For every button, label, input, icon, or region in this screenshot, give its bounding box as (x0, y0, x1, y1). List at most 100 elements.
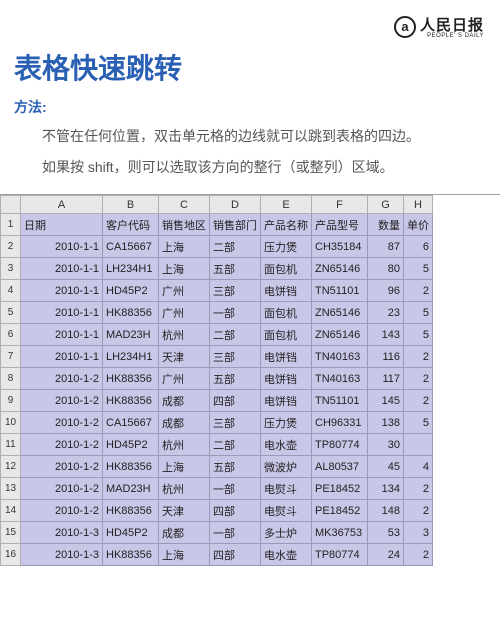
col-head-E[interactable]: E (261, 196, 312, 214)
cell[interactable]: 2010-1-1 (21, 258, 103, 280)
row-head-3[interactable]: 3 (1, 258, 21, 280)
cell[interactable]: HK88356 (103, 500, 159, 522)
cell[interactable]: 2010-1-1 (21, 302, 103, 324)
cell[interactable]: 面包机 (261, 324, 312, 346)
row-head-14[interactable]: 14 (1, 500, 21, 522)
cell[interactable]: 二部 (210, 236, 261, 258)
cell[interactable]: HK88356 (103, 456, 159, 478)
cell[interactable]: ZN65146 (312, 324, 368, 346)
col-head-G[interactable]: G (368, 196, 404, 214)
row-head-8[interactable]: 8 (1, 368, 21, 390)
cell[interactable]: PE18452 (312, 478, 368, 500)
cell[interactable]: 148 (368, 500, 404, 522)
cell[interactable]: 电饼铛 (261, 390, 312, 412)
cell[interactable]: 五部 (210, 258, 261, 280)
cell[interactable]: AL80537 (312, 456, 368, 478)
header-cell[interactable]: 销售部门 (210, 214, 261, 236)
cell[interactable]: 5 (404, 258, 433, 280)
cell[interactable]: 二部 (210, 324, 261, 346)
cell[interactable]: 6 (404, 236, 433, 258)
col-head-A[interactable]: A (21, 196, 103, 214)
cell[interactable]: 2010-1-1 (21, 346, 103, 368)
cell[interactable]: CH96331 (312, 412, 368, 434)
cell[interactable]: 2010-1-2 (21, 478, 103, 500)
cell[interactable]: 电饼铛 (261, 368, 312, 390)
cell[interactable]: TN51101 (312, 280, 368, 302)
row-head-15[interactable]: 15 (1, 522, 21, 544)
cell[interactable]: 2 (404, 280, 433, 302)
cell[interactable]: 2010-1-1 (21, 236, 103, 258)
cell[interactable]: 三部 (210, 346, 261, 368)
row-head-12[interactable]: 12 (1, 456, 21, 478)
cell[interactable]: 143 (368, 324, 404, 346)
cell[interactable]: 五部 (210, 368, 261, 390)
cell[interactable]: 2010-1-2 (21, 390, 103, 412)
header-cell[interactable]: 数量 (368, 214, 404, 236)
cell[interactable]: 5 (404, 412, 433, 434)
cell[interactable]: TN40163 (312, 346, 368, 368)
cell[interactable]: 80 (368, 258, 404, 280)
cell[interactable]: 53 (368, 522, 404, 544)
cell[interactable]: 上海 (159, 258, 210, 280)
header-cell[interactable]: 日期 (21, 214, 103, 236)
cell[interactable]: 2010-1-2 (21, 368, 103, 390)
header-cell[interactable]: 客户代码 (103, 214, 159, 236)
cell[interactable]: HK88356 (103, 544, 159, 566)
row-head-6[interactable]: 6 (1, 324, 21, 346)
row-head-1[interactable]: 1 (1, 214, 21, 236)
cell[interactable]: 三部 (210, 280, 261, 302)
cell[interactable]: 成都 (159, 390, 210, 412)
header-cell[interactable]: 单价 (404, 214, 433, 236)
row-head-5[interactable]: 5 (1, 302, 21, 324)
cell[interactable]: 45 (368, 456, 404, 478)
cell[interactable]: 3 (404, 522, 433, 544)
cell[interactable]: 一部 (210, 522, 261, 544)
col-head-C[interactable]: C (159, 196, 210, 214)
cell[interactable]: 4 (404, 456, 433, 478)
header-cell[interactable]: 产品型号 (312, 214, 368, 236)
cell[interactable]: 三部 (210, 412, 261, 434)
cell[interactable]: MAD23H (103, 324, 159, 346)
col-head-D[interactable]: D (210, 196, 261, 214)
cell[interactable]: CA15667 (103, 236, 159, 258)
row-head-16[interactable]: 16 (1, 544, 21, 566)
cell[interactable]: 天津 (159, 500, 210, 522)
cell[interactable]: 五部 (210, 456, 261, 478)
cell[interactable]: 多士炉 (261, 522, 312, 544)
cell[interactable]: 2 (404, 500, 433, 522)
cell[interactable]: 2010-1-1 (21, 280, 103, 302)
cell[interactable]: 上海 (159, 236, 210, 258)
cell[interactable]: 二部 (210, 434, 261, 456)
col-head-F[interactable]: F (312, 196, 368, 214)
cell[interactable]: 压力煲 (261, 412, 312, 434)
cell[interactable]: 23 (368, 302, 404, 324)
cell[interactable]: 2010-1-2 (21, 456, 103, 478)
cell[interactable]: 微波炉 (261, 456, 312, 478)
cell[interactable]: 杭州 (159, 324, 210, 346)
cell[interactable]: 117 (368, 368, 404, 390)
row-head-4[interactable]: 4 (1, 280, 21, 302)
cell[interactable]: 杭州 (159, 434, 210, 456)
cell[interactable]: 天津 (159, 346, 210, 368)
cell[interactable]: CA15667 (103, 412, 159, 434)
row-head-11[interactable]: 11 (1, 434, 21, 456)
cell[interactable]: MK36753 (312, 522, 368, 544)
cell[interactable]: CH35184 (312, 236, 368, 258)
cell[interactable]: ZN65146 (312, 302, 368, 324)
row-head-13[interactable]: 13 (1, 478, 21, 500)
cell[interactable]: 24 (368, 544, 404, 566)
cell[interactable]: 电熨斗 (261, 500, 312, 522)
cell[interactable]: TN40163 (312, 368, 368, 390)
cell[interactable]: 电水壶 (261, 544, 312, 566)
cell[interactable]: 2 (404, 346, 433, 368)
cell[interactable]: HD45P2 (103, 280, 159, 302)
cell[interactable]: HK88356 (103, 302, 159, 324)
cell[interactable]: LH234H1 (103, 346, 159, 368)
cell[interactable] (404, 434, 433, 456)
cell[interactable]: 5 (404, 302, 433, 324)
row-head-7[interactable]: 7 (1, 346, 21, 368)
cell[interactable]: PE18452 (312, 500, 368, 522)
cell[interactable]: 2010-1-2 (21, 500, 103, 522)
cell[interactable]: 杭州 (159, 478, 210, 500)
cell[interactable]: 5 (404, 324, 433, 346)
